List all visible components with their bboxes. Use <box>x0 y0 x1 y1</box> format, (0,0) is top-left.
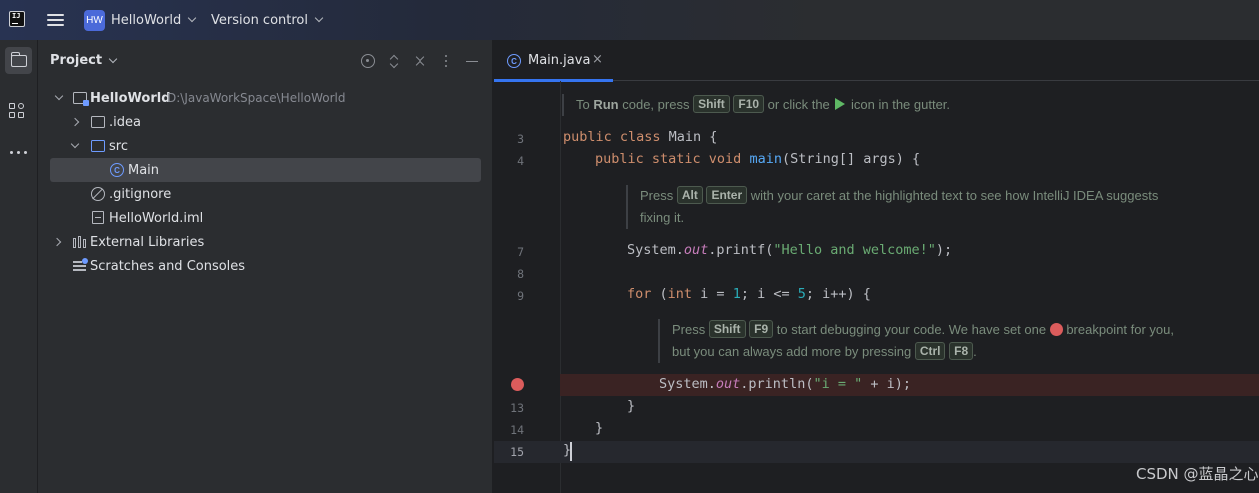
locate-icon[interactable] <box>361 54 375 68</box>
key-ctrl: Ctrl <box>914 342 946 360</box>
chevron-right-icon[interactable] <box>52 237 62 247</box>
inlay-hint-run: To Run code, press Shift F10 or click th… <box>562 94 950 116</box>
editor-tab-bar: C Main.java × <box>494 40 1259 82</box>
key-f8: F8 <box>949 342 974 360</box>
tab-label: Main.java <box>528 53 591 68</box>
tree-item-label: Main <box>128 162 160 178</box>
version-control-menu[interactable]: Version control <box>211 9 324 31</box>
java-class-icon: C <box>110 163 124 177</box>
chevron-down-icon <box>108 54 118 63</box>
code-line-12[interactable]: System.out.println("i = " + i); <box>659 376 911 392</box>
tree-item-label: Scratches and Consoles <box>90 258 246 274</box>
project-tool-button[interactable] <box>5 47 32 74</box>
line-number: 7 <box>517 245 524 259</box>
line-number: 14 <box>510 423 524 437</box>
tool-window-strip <box>0 40 38 493</box>
line-number: 4 <box>517 154 524 168</box>
run-icon <box>835 98 846 110</box>
tree-item-label: .gitignore <box>109 186 172 202</box>
tree-item-label: HelloWorld <box>90 90 171 106</box>
project-switcher[interactable]: HW HelloWorld <box>84 9 197 31</box>
text-caret <box>570 442 572 461</box>
java-class-icon: C <box>507 54 521 68</box>
structure-tool-button[interactable] <box>5 98 32 125</box>
tree-item-label: src <box>109 138 128 154</box>
close-icon[interactable]: × <box>592 53 604 67</box>
editor-area: C Main.java × To Run code, press Shift F… <box>494 40 1259 493</box>
library-icon <box>73 236 87 248</box>
module-folder-icon <box>73 92 89 106</box>
tree-item-idea[interactable]: .idea <box>50 110 481 134</box>
code-line-13[interactable]: } <box>627 398 635 414</box>
current-line-highlight <box>494 441 1259 463</box>
line-number: 9 <box>517 289 524 303</box>
key-alt: Alt <box>676 186 703 204</box>
watermark: CSDN @蓝晶之心 <box>1136 465 1259 483</box>
inlay-hint-debug: Press Shift F9 to start debugging your c… <box>658 319 1174 363</box>
project-panel: Project HelloWorld D:\JavaWorkSpace\Hell… <box>38 40 493 493</box>
more-tools-button[interactable] <box>5 139 32 166</box>
options-icon[interactable] <box>439 54 453 68</box>
key-shift: Shift <box>693 95 730 113</box>
tree-item-helloworld[interactable]: HelloWorld D:\JavaWorkSpace\HelloWorld <box>50 86 481 110</box>
line-number: 8 <box>517 267 524 281</box>
hide-icon[interactable] <box>465 54 479 68</box>
chevron-down-icon[interactable] <box>54 91 64 101</box>
tree-item-label: External Libraries <box>90 234 205 250</box>
breakpoint-icon <box>1049 323 1063 336</box>
expand-all-icon[interactable] <box>387 54 401 68</box>
version-control-label: Version control <box>211 12 308 28</box>
line-number: 15 <box>510 445 524 459</box>
project-view-selector[interactable]: Project <box>50 53 118 68</box>
code-line-4[interactable]: public static void main(String[] args) { <box>595 151 920 167</box>
chevron-down-icon <box>187 13 197 23</box>
chevron-down-icon[interactable] <box>70 139 80 149</box>
line-number: 13 <box>510 401 524 415</box>
gitignore-icon <box>91 187 105 201</box>
tree-item-iml[interactable]: HelloWorld.iml <box>50 206 481 230</box>
key-f10: F10 <box>733 95 765 113</box>
tree-item-label: HelloWorld.iml <box>109 210 204 226</box>
code-line-7[interactable]: System.out.printf("Hello and welcome!"); <box>627 242 952 258</box>
iml-file-icon <box>92 211 104 224</box>
folder-icon <box>91 116 105 128</box>
tab-main-java[interactable]: C Main.java × <box>494 40 613 82</box>
title-bar: IJ HW HelloWorld Version control <box>0 0 1259 40</box>
key-shift: Shift <box>708 320 746 338</box>
key-enter: Enter <box>706 186 748 204</box>
tree-item-path: D:\JavaWorkSpace\HelloWorld <box>167 91 346 105</box>
collapse-all-icon[interactable] <box>413 54 427 68</box>
line-number: 3 <box>517 132 524 146</box>
tree-item-scratches[interactable]: Scratches and Consoles <box>50 254 481 278</box>
tree-item-label: .idea <box>109 114 141 130</box>
project-folder-icon <box>10 52 27 67</box>
gutter-divider <box>560 81 561 493</box>
chevron-right-icon[interactable] <box>70 117 80 127</box>
code-line-14[interactable]: } <box>595 420 603 436</box>
inlay-hint-intention: Press Alt Enter with your caret at the h… <box>626 185 1158 229</box>
project-name: HelloWorld <box>111 12 182 28</box>
scratches-icon <box>73 258 88 272</box>
tree-item-src[interactable]: src <box>50 134 481 158</box>
tree-item-main[interactable]: C Main <box>50 158 481 182</box>
project-panel-title: Project <box>50 53 103 68</box>
code-line-9[interactable]: for (int i = 1; i <= 5; i++) { <box>627 286 871 302</box>
source-folder-icon <box>91 140 105 152</box>
key-f9: F9 <box>749 320 774 338</box>
code-line-3[interactable]: public class Main { <box>563 129 717 145</box>
intellij-logo-icon[interactable]: IJ <box>9 11 25 27</box>
breakpoint-icon[interactable] <box>511 378 524 391</box>
chevron-down-icon <box>314 13 324 23</box>
tree-item-gitignore[interactable]: .gitignore <box>50 182 481 206</box>
main-menu-icon[interactable] <box>47 13 65 27</box>
project-badge: HW <box>84 9 105 31</box>
tree-item-external-libraries[interactable]: External Libraries <box>50 230 481 254</box>
